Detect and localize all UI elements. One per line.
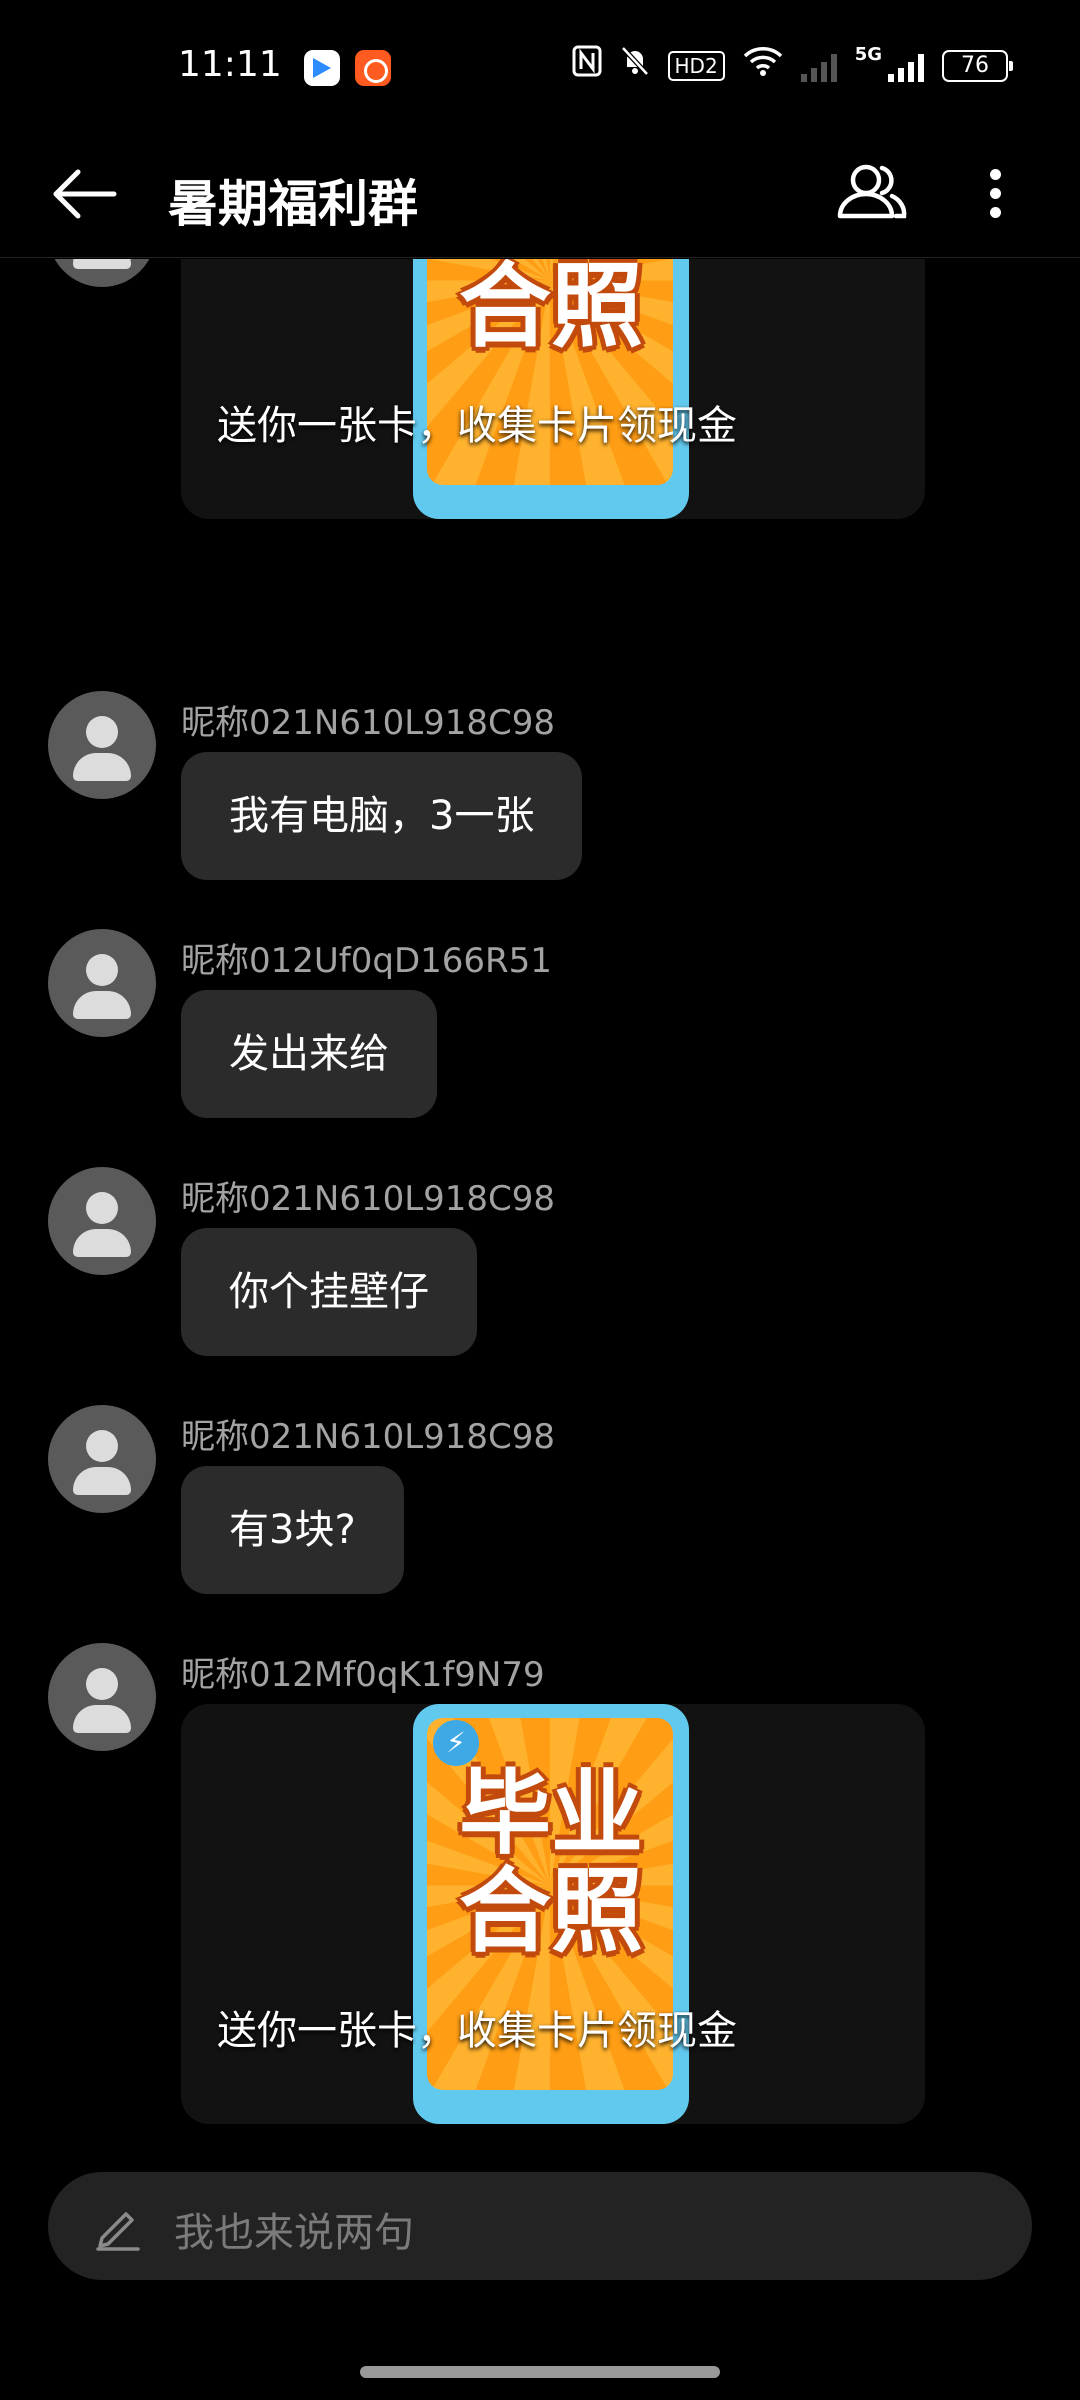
card-title-line2: 合照 [458,1858,643,1965]
card-caption: 送你一张卡，收集卡片领现金 [217,403,737,449]
chat-header: 暑期福利群 [0,130,1080,258]
avatar[interactable] [48,691,156,799]
network-type-label: 5G [854,44,882,65]
status-time: 11:11 [178,44,282,85]
message-bubble[interactable]: 你个挂壁仔 [181,1228,477,1356]
social-app-notification-icon [355,50,391,86]
wifi-icon [743,45,783,88]
pen-icon [96,2212,140,2251]
chat-screen: 11:11 HD2 5G 76 暑期福利群 合照 送你一张卡，收集卡片领现金 昵… [0,0,1080,2400]
sender-nickname: 昵称021N610L918C98 [181,1417,556,1457]
default-user-icon [86,716,118,748]
avatar[interactable] [48,1167,156,1275]
signal-sim2-icon [888,50,924,82]
default-user-icon [86,954,118,986]
message-input[interactable]: 我也来说两句 [48,2172,1032,2280]
group-members-icon [837,164,907,219]
card-title-line1: 毕业 [458,1760,643,1867]
card-message[interactable]: ⚡ 毕业 合照 送你一张卡，收集卡片领现金 [181,1704,925,2124]
card-message[interactable]: ⚡ 毕业 合照 送你一张卡，收集卡片领现金 [181,259,925,519]
avatar[interactable] [48,1405,156,1513]
sender-nickname: 昵称021N610L918C98 [181,703,556,743]
message-bubble[interactable]: 我有电脑，3一张 [181,752,583,880]
group-members-button[interactable] [828,150,914,236]
battery-indicator: 76 [942,50,1013,82]
card-title-line2: 合照 [458,259,643,360]
video-app-notification-icon [304,50,340,86]
message-list[interactable]: ⚡ 毕业 合照 送你一张卡，收集卡片领现金 昵称021N610L918C98 我… [0,259,1080,2159]
card-caption: 送你一张卡，收集卡片领现金 [217,2008,737,2054]
status-icons: HD2 5G 76 [572,44,1013,88]
sender-nickname: 昵称012Uf0qD166R51 [181,941,552,981]
nfc-icon [572,45,602,88]
more-vertical-icon [990,169,1001,180]
card-image: ⚡ 毕业 合照 [413,259,689,519]
message-bubble[interactable]: 发出来给 [181,990,437,1118]
group-title: 暑期福利群 [168,175,418,233]
avatar[interactable] [48,929,156,1037]
home-indicator[interactable] [360,2366,720,2378]
input-placeholder: 我也来说两句 [174,2210,414,2256]
sender-nickname: 昵称021N610L918C98 [181,1179,556,1219]
default-user-icon [86,1430,118,1462]
default-user-icon [86,1668,118,1700]
avatar[interactable] [48,1643,156,1751]
sender-nickname: 昵称012Mf0qK1f9N79 [181,1655,545,1695]
hd-voice-badge: HD2 [667,51,725,81]
back-button[interactable] [44,154,124,234]
card-image: ⚡ 毕业 合照 [413,1704,689,2124]
arrow-left-icon [53,169,117,219]
avatar[interactable] [48,259,156,287]
mute-bell-icon [620,45,650,88]
message-bubble[interactable]: 有3块? [181,1466,404,1594]
status-bar: 11:11 HD2 5G 76 [0,0,1080,130]
signal-sim1-icon [800,50,837,82]
more-options-button[interactable] [966,150,1026,236]
default-user-icon [86,1192,118,1224]
